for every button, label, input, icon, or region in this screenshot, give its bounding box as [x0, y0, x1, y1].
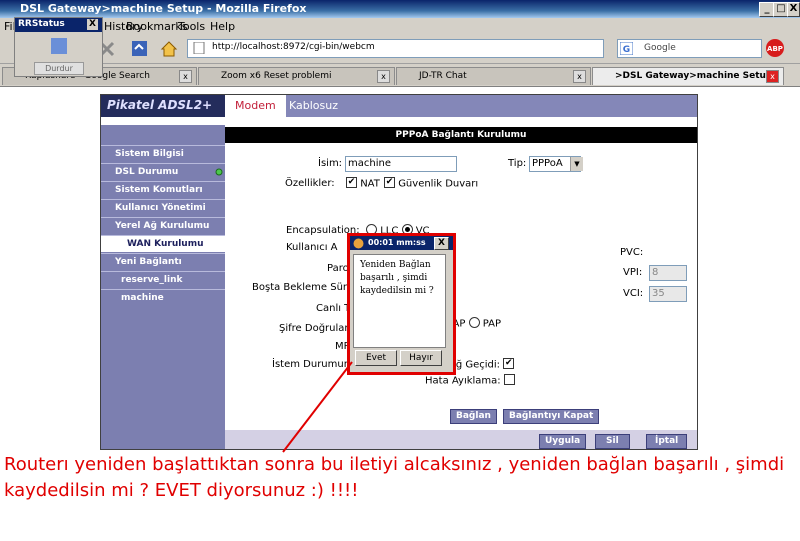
dialog-message: Yeniden Bağlan başarılı , şimdi kaydedil…	[360, 260, 434, 296]
firewall-checkbox[interactable]: ✔	[384, 177, 395, 188]
router-content: PPPoA Bağlantı Kurulumu İsim: machine Ti…	[225, 125, 697, 449]
sidebar-item-reserve-link[interactable]: reserve_link	[101, 271, 225, 288]
vci-label: VCI:	[623, 288, 644, 299]
tab-modem[interactable]: Modem	[225, 95, 286, 117]
name-field[interactable]: machine	[345, 156, 457, 172]
rrstatus-window: RRStatus X Durdur	[14, 17, 103, 77]
tab-bar: Rapidshare - Google Searchx Zoom x6 Rese…	[0, 64, 800, 87]
name-label: İsim:	[318, 158, 343, 169]
url-text: http://localhost:8972/cgi-bin/webcm	[212, 42, 375, 52]
sidebar-item-kullanici-yonetimi[interactable]: Kullanıcı Yönetimi	[101, 199, 225, 216]
password-label: Paro	[327, 263, 349, 274]
connect-button[interactable]: Bağlan	[450, 409, 497, 424]
window-title-bar: DSL Gateway>machine Setup - Mozilla Fire…	[0, 0, 800, 18]
features-label: Özellikler:	[285, 178, 335, 189]
yes-button[interactable]: Evet	[355, 350, 397, 366]
router-sidebar: Sistem Bilgisi DSL Durumu Sistem Komutla…	[101, 125, 225, 449]
auth-label: Şifre Doğrulam	[279, 323, 355, 334]
gateway-checkbox[interactable]: ✔	[503, 358, 515, 369]
debug-option: Hata Ayıklama:	[425, 374, 515, 387]
svg-text:G: G	[623, 45, 630, 55]
idle-timeout-label: Boşta Bekleme Süre	[252, 282, 353, 293]
tab-dsl-gateway[interactable]: >DSL Gateway>machine Setup x	[592, 67, 784, 85]
svg-text:ABP: ABP	[767, 45, 783, 53]
tab-close-icon[interactable]: x	[377, 70, 390, 83]
action-bar: Uygula Sil İptal	[225, 430, 697, 449]
dialog-close-button[interactable]: X	[434, 237, 449, 250]
sidebar-item-wan-kurulumu[interactable]: WAN Kurulumu	[101, 235, 225, 252]
dialog-body: Yeniden Bağlan başarılı , şimdi kaydedil…	[353, 254, 446, 348]
cancel-button[interactable]: İptal	[646, 434, 688, 449]
url-bar[interactable]: http://localhost:8972/cgi-bin/webcm	[187, 39, 604, 58]
type-label: Tip:	[508, 158, 527, 169]
router-top-tabs: Modem Kablosuz	[225, 95, 697, 117]
confirm-dialog: 00:01 mm:ss X Yeniden Bağlan başarılı , …	[347, 233, 456, 375]
tab-kablosuz[interactable]: Kablosuz	[279, 95, 348, 117]
close-button[interactable]: X	[787, 2, 800, 17]
no-button[interactable]: Hayır	[400, 350, 442, 366]
sidebar-item-yeni-baglanti[interactable]: Yeni Bağlantı	[101, 253, 225, 270]
gateway-option: Ağ Geçidi: ✔	[449, 358, 515, 371]
menu-tools[interactable]: Tools	[178, 20, 205, 33]
nat-checkbox[interactable]: ✔	[346, 177, 357, 188]
dialog-title-bar: 00:01 mm:ss X	[350, 236, 453, 250]
debug-checkbox[interactable]	[503, 374, 515, 385]
tab-close-icon[interactable]: x	[766, 70, 779, 83]
type-select[interactable]: PPPoA ▼	[529, 156, 583, 172]
on-demand-label: İstem Durumund	[272, 359, 357, 370]
disconnect-button[interactable]: Bağlantıyı Kapat	[503, 409, 600, 424]
vci-field[interactable]: 35	[649, 286, 687, 302]
tab-zoom[interactable]: Zoom x6 Reset problemi x	[198, 67, 395, 85]
vpi-label: VPI:	[623, 267, 643, 278]
apply-button[interactable]: Uygula	[539, 434, 587, 449]
username-label: Kullanıcı A	[286, 242, 338, 253]
router-brand: Pikatel ADSL2+	[101, 95, 225, 117]
tab-jd-chat[interactable]: JD-TR Chat x	[396, 67, 591, 85]
rrstatus-title-bar: RRStatus X	[15, 18, 102, 32]
window-title: DSL Gateway>machine Setup - Mozilla Fire…	[20, 2, 307, 15]
pap-radio[interactable]	[468, 317, 480, 328]
reload-icon[interactable]	[131, 40, 148, 57]
rrstatus-close-button[interactable]: X	[87, 19, 98, 30]
keepalive-label: Canlı T	[316, 303, 351, 314]
google-icon: G	[620, 42, 633, 55]
sidebar-item-dsl-durumu[interactable]: DSL Durumu	[101, 163, 225, 180]
menu-bar: File History Bookmarks Tools Help	[0, 18, 800, 35]
section-title: PPPoA Bağlantı Kurulumu	[225, 127, 697, 143]
firewall-option: ✔ Güvenlik Duvarı	[384, 177, 479, 190]
annotation-text: Routerı yeniden başlattıktan sonra bu il…	[4, 454, 785, 501]
tab-close-icon[interactable]: x	[179, 70, 192, 83]
home-icon[interactable]	[160, 40, 178, 57]
sidebar-item-yerel-ag[interactable]: Yerel Ağ Kurulumu	[101, 217, 225, 234]
search-placeholder: Google	[644, 43, 676, 53]
adblock-icon[interactable]: ABP	[765, 38, 785, 58]
sidebar-item-sistem-komutlari[interactable]: Sistem Komutları	[101, 181, 225, 198]
nat-option: ✔ NAT	[346, 177, 380, 190]
network-icon	[51, 38, 67, 54]
delete-button[interactable]: Sil	[595, 434, 630, 449]
vpi-field[interactable]: 8	[649, 265, 687, 281]
search-input[interactable]: G Google	[617, 39, 762, 58]
rrstatus-stop-button[interactable]: Durdur	[34, 62, 84, 75]
page-icon	[193, 42, 205, 54]
sidebar-item-sistem-bilgisi[interactable]: Sistem Bilgisi	[101, 145, 225, 162]
status-dot-icon	[215, 168, 223, 176]
dialog-title: 00:01 mm:ss	[368, 238, 426, 247]
chevron-down-icon[interactable]: ▼	[570, 157, 583, 171]
pvc-label: PVC:	[620, 247, 644, 258]
sidebar-item-machine[interactable]: machine	[101, 289, 225, 306]
tab-close-icon[interactable]: x	[573, 70, 586, 83]
dialog-app-icon	[353, 238, 364, 249]
menu-help[interactable]: Help	[210, 20, 235, 33]
